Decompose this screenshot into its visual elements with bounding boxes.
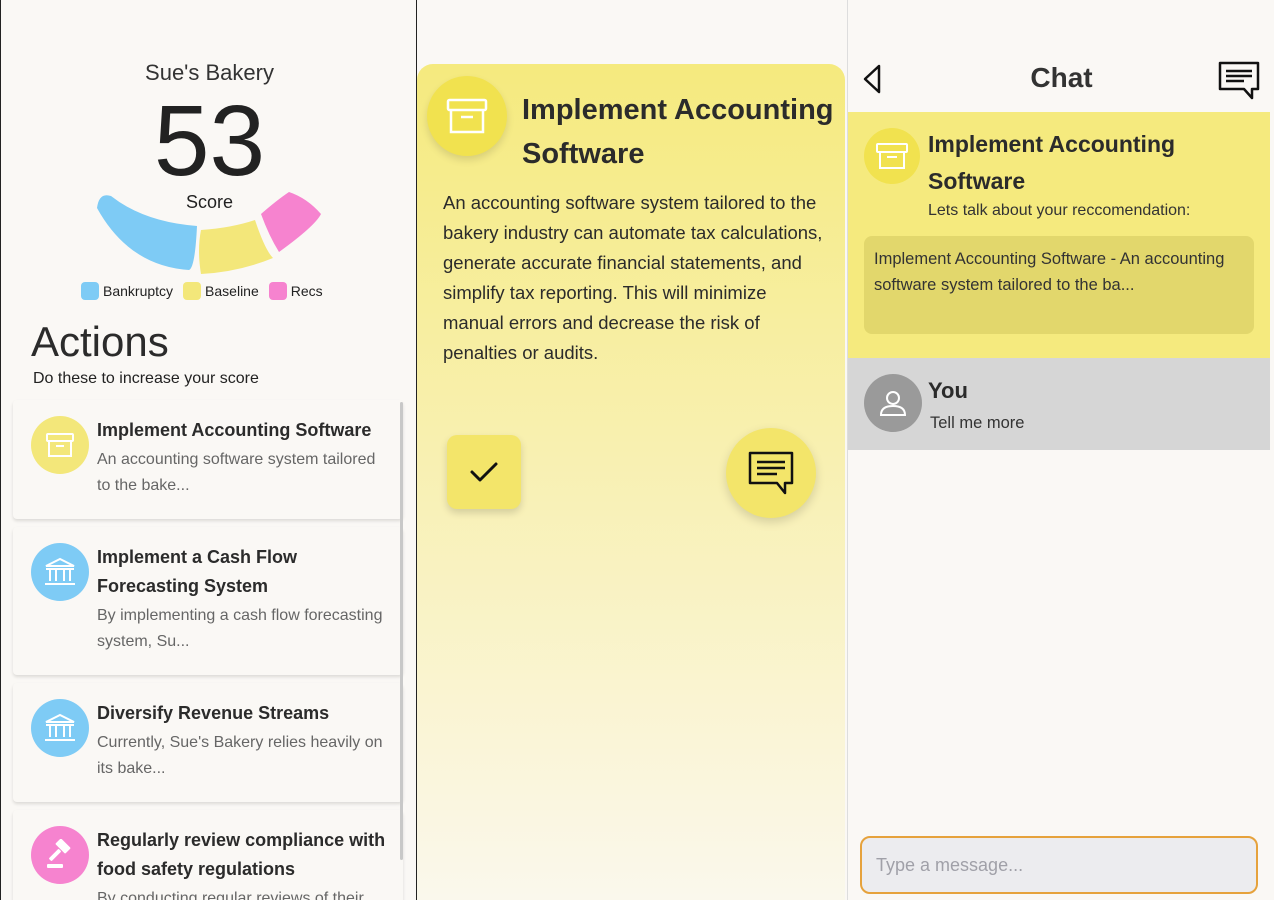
legend-recs: Recs	[268, 282, 323, 300]
action-desc: Currently, Sue's Bakery relies heavily o…	[97, 734, 383, 777]
action-desc: By conducting regular reviews of their	[97, 890, 364, 900]
action-title: Implement a Cash Flow Forecasting System	[97, 547, 298, 596]
bank-icon	[31, 543, 89, 601]
action-desc: An accounting software system tailored t…	[97, 451, 376, 494]
legend-label: Recs	[290, 283, 323, 299]
recommendation-context: Implement Accounting Software Lets talk …	[848, 112, 1270, 358]
legend-swatch	[183, 282, 202, 300]
message-sender: You	[928, 378, 968, 403]
checkmark-icon	[470, 462, 498, 482]
action-list: Implement Accounting Software An account…	[13, 400, 403, 900]
actions-subtitle: Do these to increase your score	[33, 370, 259, 387]
chat-bubble-icon	[748, 451, 794, 495]
open-chat-button[interactable]	[726, 428, 816, 518]
message-input[interactable]	[860, 836, 1258, 894]
archive-box-icon	[427, 76, 507, 156]
legend-swatch	[268, 282, 287, 300]
action-card[interactable]: Implement a Cash Flow Forecasting System…	[13, 527, 403, 675]
message-text: Tell me more	[930, 414, 1025, 432]
archive-box-icon	[31, 416, 89, 474]
legend-label: Bankruptcy	[103, 283, 174, 299]
complete-button[interactable]	[447, 435, 521, 509]
chat-header: Chat	[848, 0, 1274, 112]
action-desc: By implementing a cash flow forecasting …	[97, 607, 383, 650]
chat-message: You Tell me more	[848, 358, 1270, 450]
action-title: Diversify Revenue Streams	[97, 703, 330, 723]
action-list-scrollbar[interactable]	[400, 402, 403, 860]
chat-panel: Chat Implement Accounting Software Lets …	[847, 0, 1274, 900]
detail-description: An accounting software system tailored t…	[443, 192, 823, 363]
action-card[interactable]: Regularly review compliance with food sa…	[13, 810, 403, 900]
rec-preview: Implement Accounting Software - An accou…	[864, 236, 1254, 334]
gauge-legend: Bankruptcy Baseline Recs	[81, 282, 323, 300]
score-label: Score	[185, 192, 234, 212]
chat-title: Chat	[1030, 62, 1093, 93]
action-card[interactable]: Diversify Revenue Streams Currently, Sue…	[13, 683, 403, 802]
action-card[interactable]: Implement Accounting Software An account…	[13, 400, 403, 519]
detail-title: Implement Accounting Software	[522, 94, 834, 170]
gavel-icon	[31, 826, 89, 884]
action-title: Regularly review compliance with food sa…	[97, 830, 386, 879]
legend-bankruptcy: Bankruptcy	[81, 282, 173, 300]
chat-bubble-icon[interactable]	[1218, 60, 1260, 105]
legend-swatch	[81, 282, 99, 300]
legend-baseline: Baseline	[183, 282, 259, 300]
bank-icon	[31, 699, 89, 757]
score-panel: Sue's Bakery 53 Score Bankruptcy Baselin…	[0, 0, 417, 900]
detail-panel: Implement Accounting Software An account…	[417, 0, 847, 900]
recommendation-detail-card: Implement Accounting Software An account…	[417, 64, 845, 900]
business-name: Sue's Bakery	[145, 60, 274, 85]
gauge-segment-baseline	[199, 220, 273, 274]
user-avatar-icon	[864, 374, 922, 432]
action-title: Implement Accounting Software	[97, 420, 372, 440]
actions-heading: Actions	[31, 318, 169, 365]
legend-label: Baseline	[205, 283, 259, 299]
rec-subtitle: Lets talk about your reccomendation:	[928, 202, 1191, 219]
archive-box-icon	[864, 128, 920, 184]
rec-title: Implement Accounting Software	[928, 131, 1176, 194]
